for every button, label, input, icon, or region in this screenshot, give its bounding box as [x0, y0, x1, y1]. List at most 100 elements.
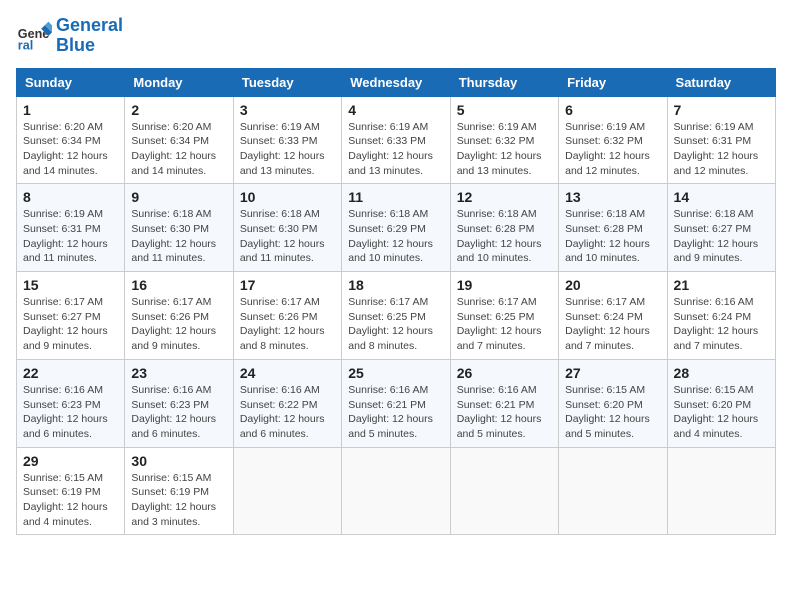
day-number: 5 — [457, 102, 552, 118]
logo-text: GeneralBlue — [56, 16, 123, 56]
day-number: 21 — [674, 277, 769, 293]
day-number: 20 — [565, 277, 660, 293]
day-number: 17 — [240, 277, 335, 293]
day-info: Sunrise: 6:15 AM Sunset: 6:19 PM Dayligh… — [23, 471, 118, 530]
day-info: Sunrise: 6:19 AM Sunset: 6:32 PM Dayligh… — [457, 120, 552, 179]
day-info: Sunrise: 6:15 AM Sunset: 6:20 PM Dayligh… — [674, 383, 769, 442]
calendar-cell: 24 Sunrise: 6:16 AM Sunset: 6:22 PM Dayl… — [233, 359, 341, 447]
calendar-cell: 29 Sunrise: 6:15 AM Sunset: 6:19 PM Dayl… — [17, 447, 125, 535]
calendar-cell: 27 Sunrise: 6:15 AM Sunset: 6:20 PM Dayl… — [559, 359, 667, 447]
day-number: 6 — [565, 102, 660, 118]
calendar-cell: 25 Sunrise: 6:16 AM Sunset: 6:21 PM Dayl… — [342, 359, 450, 447]
calendar-cell — [342, 447, 450, 535]
day-number: 18 — [348, 277, 443, 293]
day-number: 16 — [131, 277, 226, 293]
calendar-cell: 21 Sunrise: 6:16 AM Sunset: 6:24 PM Dayl… — [667, 272, 775, 360]
calendar-cell: 22 Sunrise: 6:16 AM Sunset: 6:23 PM Dayl… — [17, 359, 125, 447]
calendar-cell — [559, 447, 667, 535]
calendar-cell: 20 Sunrise: 6:17 AM Sunset: 6:24 PM Dayl… — [559, 272, 667, 360]
day-number: 26 — [457, 365, 552, 381]
calendar-cell: 26 Sunrise: 6:16 AM Sunset: 6:21 PM Dayl… — [450, 359, 558, 447]
calendar-week-2: 8 Sunrise: 6:19 AM Sunset: 6:31 PM Dayli… — [17, 184, 776, 272]
day-info: Sunrise: 6:18 AM Sunset: 6:28 PM Dayligh… — [565, 207, 660, 266]
day-info: Sunrise: 6:16 AM Sunset: 6:24 PM Dayligh… — [674, 295, 769, 354]
day-info: Sunrise: 6:17 AM Sunset: 6:25 PM Dayligh… — [348, 295, 443, 354]
calendar-header-row: SundayMondayTuesdayWednesdayThursdayFrid… — [17, 68, 776, 96]
day-number: 12 — [457, 189, 552, 205]
day-number: 4 — [348, 102, 443, 118]
calendar-cell: 3 Sunrise: 6:19 AM Sunset: 6:33 PM Dayli… — [233, 96, 341, 184]
calendar-cell: 15 Sunrise: 6:17 AM Sunset: 6:27 PM Dayl… — [17, 272, 125, 360]
day-info: Sunrise: 6:19 AM Sunset: 6:31 PM Dayligh… — [674, 120, 769, 179]
weekday-header-saturday: Saturday — [667, 68, 775, 96]
calendar-cell: 16 Sunrise: 6:17 AM Sunset: 6:26 PM Dayl… — [125, 272, 233, 360]
day-number: 15 — [23, 277, 118, 293]
calendar-cell: 23 Sunrise: 6:16 AM Sunset: 6:23 PM Dayl… — [125, 359, 233, 447]
day-info: Sunrise: 6:18 AM Sunset: 6:30 PM Dayligh… — [240, 207, 335, 266]
day-info: Sunrise: 6:19 AM Sunset: 6:31 PM Dayligh… — [23, 207, 118, 266]
day-number: 11 — [348, 189, 443, 205]
day-info: Sunrise: 6:18 AM Sunset: 6:30 PM Dayligh… — [131, 207, 226, 266]
weekday-header-thursday: Thursday — [450, 68, 558, 96]
calendar-cell: 1 Sunrise: 6:20 AM Sunset: 6:34 PM Dayli… — [17, 96, 125, 184]
svg-text:ral: ral — [18, 38, 33, 52]
day-info: Sunrise: 6:19 AM Sunset: 6:33 PM Dayligh… — [240, 120, 335, 179]
day-info: Sunrise: 6:20 AM Sunset: 6:34 PM Dayligh… — [23, 120, 118, 179]
day-info: Sunrise: 6:18 AM Sunset: 6:27 PM Dayligh… — [674, 207, 769, 266]
day-number: 13 — [565, 189, 660, 205]
day-number: 25 — [348, 365, 443, 381]
calendar-week-5: 29 Sunrise: 6:15 AM Sunset: 6:19 PM Dayl… — [17, 447, 776, 535]
day-number: 23 — [131, 365, 226, 381]
calendar-cell — [233, 447, 341, 535]
calendar-cell: 18 Sunrise: 6:17 AM Sunset: 6:25 PM Dayl… — [342, 272, 450, 360]
calendar-cell: 2 Sunrise: 6:20 AM Sunset: 6:34 PM Dayli… — [125, 96, 233, 184]
weekday-header-wednesday: Wednesday — [342, 68, 450, 96]
day-number: 30 — [131, 453, 226, 469]
day-number: 22 — [23, 365, 118, 381]
day-number: 8 — [23, 189, 118, 205]
calendar-cell: 14 Sunrise: 6:18 AM Sunset: 6:27 PM Dayl… — [667, 184, 775, 272]
day-info: Sunrise: 6:16 AM Sunset: 6:22 PM Dayligh… — [240, 383, 335, 442]
calendar-cell: 10 Sunrise: 6:18 AM Sunset: 6:30 PM Dayl… — [233, 184, 341, 272]
calendar-cell: 30 Sunrise: 6:15 AM Sunset: 6:19 PM Dayl… — [125, 447, 233, 535]
day-number: 7 — [674, 102, 769, 118]
day-number: 27 — [565, 365, 660, 381]
day-number: 24 — [240, 365, 335, 381]
day-number: 28 — [674, 365, 769, 381]
page-header: Gene ral GeneralBlue — [16, 16, 776, 56]
day-info: Sunrise: 6:17 AM Sunset: 6:26 PM Dayligh… — [240, 295, 335, 354]
calendar-cell: 28 Sunrise: 6:15 AM Sunset: 6:20 PM Dayl… — [667, 359, 775, 447]
day-info: Sunrise: 6:19 AM Sunset: 6:32 PM Dayligh… — [565, 120, 660, 179]
day-info: Sunrise: 6:16 AM Sunset: 6:23 PM Dayligh… — [131, 383, 226, 442]
calendar-cell: 13 Sunrise: 6:18 AM Sunset: 6:28 PM Dayl… — [559, 184, 667, 272]
day-info: Sunrise: 6:19 AM Sunset: 6:33 PM Dayligh… — [348, 120, 443, 179]
calendar-table: SundayMondayTuesdayWednesdayThursdayFrid… — [16, 68, 776, 536]
logo-icon: Gene ral — [16, 18, 52, 54]
calendar-cell — [667, 447, 775, 535]
calendar-cell: 9 Sunrise: 6:18 AM Sunset: 6:30 PM Dayli… — [125, 184, 233, 272]
day-info: Sunrise: 6:15 AM Sunset: 6:19 PM Dayligh… — [131, 471, 226, 530]
day-number: 14 — [674, 189, 769, 205]
day-number: 29 — [23, 453, 118, 469]
calendar-cell: 7 Sunrise: 6:19 AM Sunset: 6:31 PM Dayli… — [667, 96, 775, 184]
day-info: Sunrise: 6:17 AM Sunset: 6:24 PM Dayligh… — [565, 295, 660, 354]
day-info: Sunrise: 6:17 AM Sunset: 6:27 PM Dayligh… — [23, 295, 118, 354]
logo: Gene ral GeneralBlue — [16, 16, 123, 56]
day-info: Sunrise: 6:17 AM Sunset: 6:25 PM Dayligh… — [457, 295, 552, 354]
weekday-header-tuesday: Tuesday — [233, 68, 341, 96]
day-number: 3 — [240, 102, 335, 118]
day-number: 2 — [131, 102, 226, 118]
calendar-body: 1 Sunrise: 6:20 AM Sunset: 6:34 PM Dayli… — [17, 96, 776, 535]
day-info: Sunrise: 6:16 AM Sunset: 6:23 PM Dayligh… — [23, 383, 118, 442]
calendar-week-1: 1 Sunrise: 6:20 AM Sunset: 6:34 PM Dayli… — [17, 96, 776, 184]
weekday-header-friday: Friday — [559, 68, 667, 96]
calendar-cell: 12 Sunrise: 6:18 AM Sunset: 6:28 PM Dayl… — [450, 184, 558, 272]
day-info: Sunrise: 6:16 AM Sunset: 6:21 PM Dayligh… — [457, 383, 552, 442]
day-info: Sunrise: 6:18 AM Sunset: 6:29 PM Dayligh… — [348, 207, 443, 266]
weekday-header-sunday: Sunday — [17, 68, 125, 96]
weekday-header-monday: Monday — [125, 68, 233, 96]
calendar-cell: 11 Sunrise: 6:18 AM Sunset: 6:29 PM Dayl… — [342, 184, 450, 272]
day-info: Sunrise: 6:20 AM Sunset: 6:34 PM Dayligh… — [131, 120, 226, 179]
calendar-cell: 8 Sunrise: 6:19 AM Sunset: 6:31 PM Dayli… — [17, 184, 125, 272]
calendar-cell: 6 Sunrise: 6:19 AM Sunset: 6:32 PM Dayli… — [559, 96, 667, 184]
